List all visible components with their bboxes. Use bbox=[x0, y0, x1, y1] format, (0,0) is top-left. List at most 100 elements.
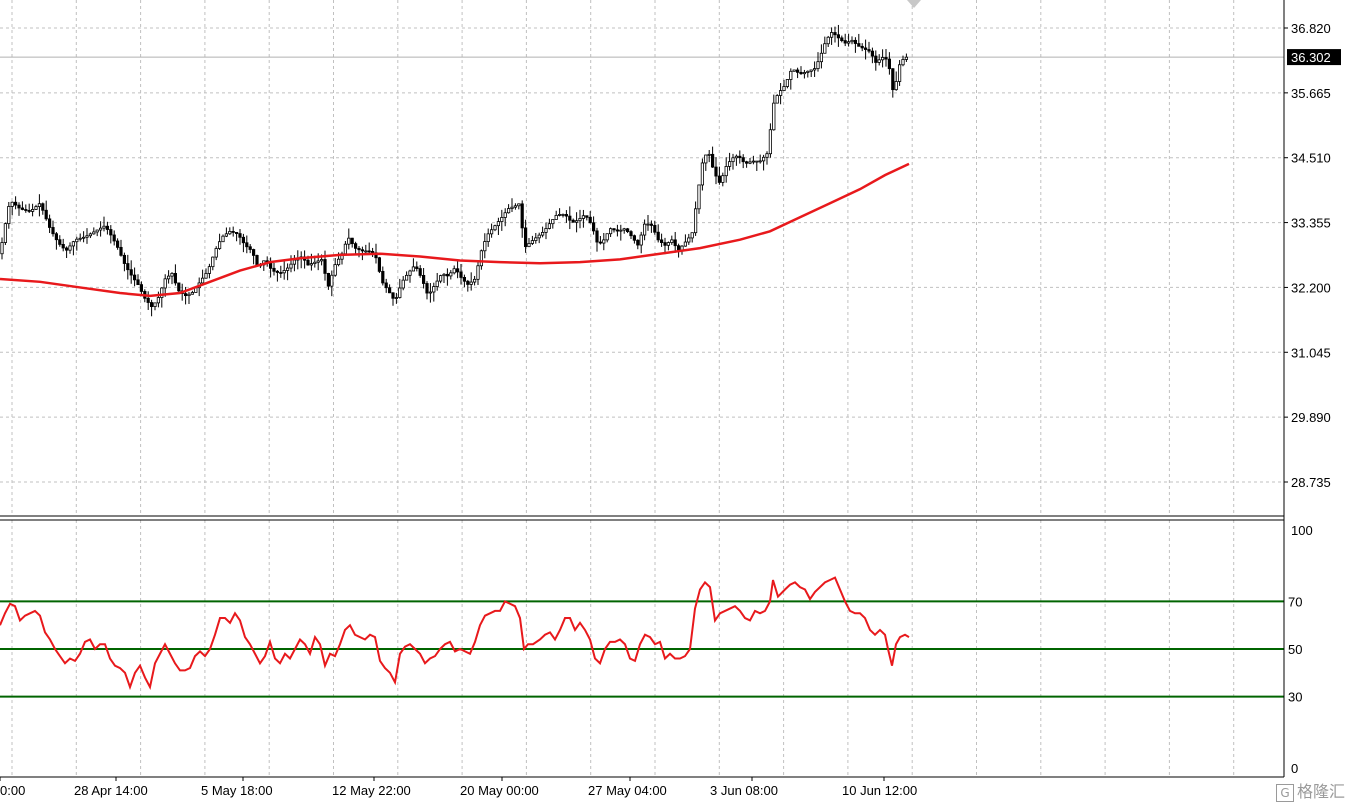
candle-body bbox=[445, 273, 450, 277]
candle-body bbox=[285, 267, 290, 271]
candle-body bbox=[578, 218, 582, 222]
candle-body bbox=[898, 64, 902, 82]
candle-body bbox=[677, 245, 681, 251]
candle-body bbox=[785, 79, 790, 87]
candle-body bbox=[166, 275, 171, 280]
candle-body bbox=[493, 225, 497, 231]
candle-body bbox=[13, 201, 18, 206]
candlestick[interactable] bbox=[177, 282, 181, 293]
x-tick-label: 0:00 bbox=[0, 783, 25, 798]
candle-body bbox=[353, 243, 358, 249]
candle-body bbox=[391, 292, 395, 299]
candle-body bbox=[58, 239, 62, 245]
candle-body bbox=[442, 273, 446, 277]
candle-body bbox=[622, 228, 626, 231]
candle-body bbox=[306, 259, 310, 266]
candle-body bbox=[282, 270, 286, 274]
candle-body bbox=[643, 223, 647, 236]
candle-body bbox=[843, 40, 847, 44]
candle-body bbox=[343, 243, 348, 255]
candle-body bbox=[275, 270, 280, 273]
candle-body bbox=[472, 278, 477, 283]
candle-body bbox=[316, 260, 320, 263]
candle-body bbox=[241, 236, 245, 244]
candle-body bbox=[435, 280, 439, 287]
candle-body bbox=[0, 242, 4, 255]
candle-body bbox=[330, 274, 334, 287]
candle-body bbox=[432, 286, 436, 293]
candle-body bbox=[605, 233, 609, 241]
y-tick-label: 34.510 bbox=[1291, 151, 1331, 166]
candle-body bbox=[231, 231, 235, 233]
candle-body bbox=[136, 279, 140, 286]
candle-body bbox=[517, 203, 521, 207]
candle-body bbox=[190, 292, 194, 295]
candle-body bbox=[408, 270, 412, 276]
candle-body bbox=[819, 52, 824, 63]
candle-body bbox=[683, 241, 688, 247]
chart-root: 36.820 35.665 34.510 33.355 32.200 31.045 29.8… bbox=[0, 0, 1351, 808]
candle-body bbox=[319, 259, 324, 262]
candle-body bbox=[357, 247, 361, 251]
candle-body bbox=[255, 255, 259, 266]
candle-body bbox=[813, 68, 817, 71]
candle-body bbox=[636, 239, 640, 246]
y-tick-label: 29.890 bbox=[1291, 410, 1331, 425]
candlestick[interactable] bbox=[3, 222, 7, 245]
candle-body bbox=[500, 217, 504, 222]
candle-body bbox=[840, 37, 844, 41]
candle-body bbox=[146, 297, 150, 303]
candle-body bbox=[279, 272, 283, 274]
candle-body bbox=[105, 225, 109, 230]
candle-body bbox=[333, 264, 337, 276]
candle-body bbox=[806, 70, 810, 73]
y-tick-label: 33.355 bbox=[1291, 216, 1331, 231]
candle-body bbox=[88, 233, 92, 237]
candle-body bbox=[387, 287, 392, 294]
candlestick[interactable] bbox=[377, 256, 382, 274]
candle-body bbox=[384, 282, 388, 289]
candle-body bbox=[534, 237, 538, 241]
candle-body bbox=[904, 56, 909, 60]
candle-body bbox=[30, 209, 35, 212]
candlestick[interactable] bbox=[255, 254, 259, 266]
candle-body bbox=[721, 175, 725, 183]
candle-body bbox=[360, 249, 365, 252]
candle-body bbox=[717, 175, 722, 183]
candle-body bbox=[853, 39, 858, 44]
candle-body bbox=[48, 218, 52, 228]
indicator-y-tick-label: 100 bbox=[1291, 523, 1313, 538]
candle-body bbox=[160, 287, 164, 298]
candle-body bbox=[238, 233, 242, 238]
candle-body bbox=[425, 283, 429, 294]
candle-body bbox=[309, 263, 314, 266]
candle-body bbox=[816, 61, 820, 69]
candle-body bbox=[520, 203, 524, 229]
candlestick[interactable] bbox=[792, 69, 796, 72]
candle-body bbox=[177, 282, 181, 292]
candle-body bbox=[224, 233, 228, 237]
candle-body bbox=[857, 43, 861, 47]
candle-body bbox=[697, 184, 701, 210]
candle-body bbox=[245, 242, 249, 248]
level-label: 70 bbox=[1288, 594, 1302, 609]
y-tick-label: 28.735 bbox=[1291, 475, 1331, 490]
candle-body bbox=[830, 32, 834, 38]
candle-body bbox=[724, 166, 728, 177]
candle-body bbox=[398, 287, 402, 298]
candle-body bbox=[660, 239, 664, 243]
candle-body bbox=[575, 220, 579, 223]
candle-body bbox=[867, 49, 871, 52]
chart-background bbox=[0, 0, 1351, 808]
candle-body bbox=[809, 69, 813, 72]
candle-body bbox=[112, 234, 116, 242]
candlestick[interactable] bbox=[775, 94, 779, 104]
candle-body bbox=[503, 212, 507, 218]
candle-body bbox=[745, 161, 749, 164]
candle-body bbox=[479, 250, 484, 267]
candle-body bbox=[758, 160, 762, 163]
candle-body bbox=[629, 231, 633, 237]
candle-body bbox=[149, 302, 154, 308]
candle-body bbox=[17, 204, 21, 209]
candle-body bbox=[170, 272, 174, 277]
